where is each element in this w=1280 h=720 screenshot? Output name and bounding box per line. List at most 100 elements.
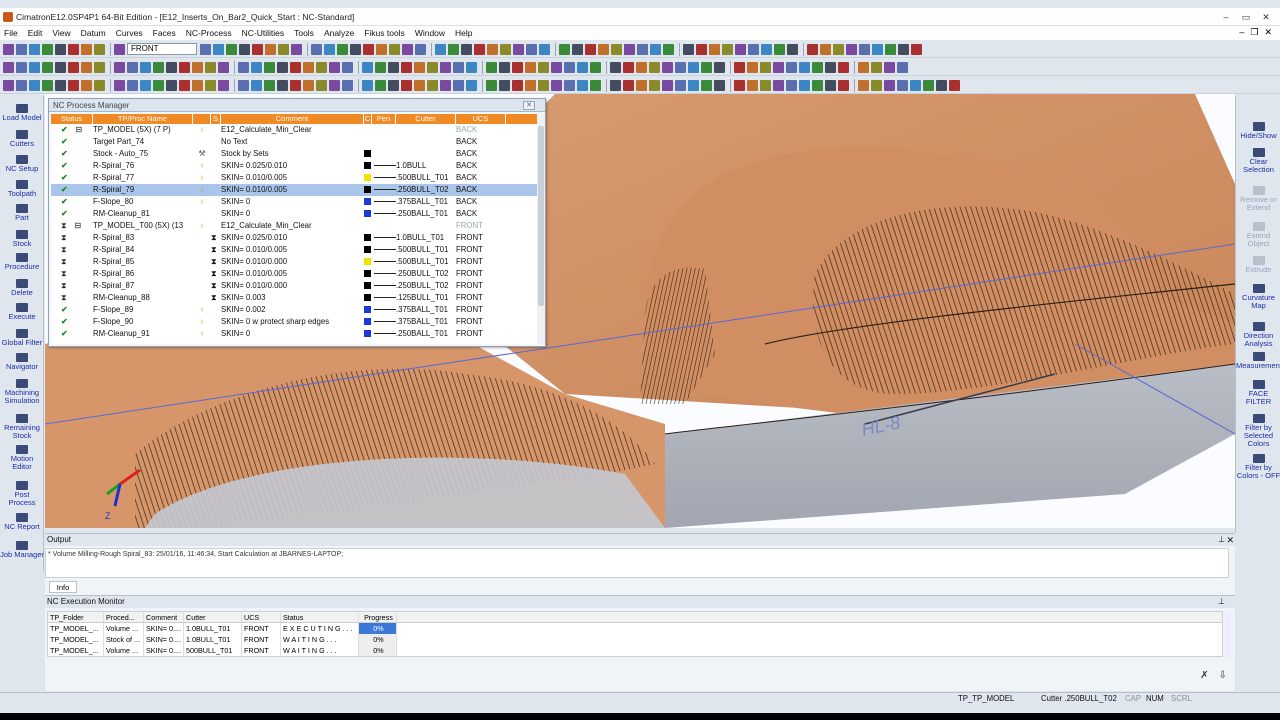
toolbar-tool-icon[interactable]	[773, 79, 784, 91]
toolbar-tool-icon[interactable]	[923, 79, 934, 91]
color-swatch[interactable]	[364, 234, 371, 242]
col-procedure[interactable]: Proced...	[104, 612, 144, 622]
toolbar-tool-icon[interactable]	[114, 79, 125, 91]
menu-window[interactable]: Window	[415, 28, 445, 38]
col-ucs[interactable]: UCS	[242, 612, 281, 622]
toolbar-tool-icon[interactable]	[884, 61, 895, 73]
toolbar-tool-icon[interactable]	[166, 61, 177, 73]
color-swatch[interactable]	[364, 294, 371, 302]
toolbar-tool-icon[interactable]	[337, 43, 348, 55]
nc-guide-job-manager[interactable]: Job Manager	[0, 541, 44, 559]
toolbar-tool-icon[interactable]	[525, 79, 536, 91]
menu-view[interactable]: View	[52, 28, 70, 38]
toolbar-tool-icon[interactable]	[303, 79, 314, 91]
toolbar-tool-icon[interactable]	[238, 61, 249, 73]
toolbar-tool-icon[interactable]	[858, 79, 869, 91]
col-comment[interactable]: Comment	[221, 114, 364, 124]
tool-face-filter[interactable]: FACE FILTER	[1236, 380, 1280, 406]
toolbar-tool-icon[interactable]	[773, 61, 784, 73]
nc-guide-machining-simulation[interactable]: Machining Simulation	[0, 379, 44, 405]
toolbar-tool-icon[interactable]	[303, 61, 314, 73]
tool-filter-by-colors-off[interactable]: Filter by Colors - OFF	[1236, 454, 1280, 480]
doc-minimize-button[interactable]: –	[1239, 27, 1244, 38]
tool-curvature-map[interactable]: Curvature Map	[1236, 284, 1280, 310]
toolbar-tool-icon[interactable]	[94, 79, 105, 91]
process-row[interactable]: ⧗ ⊟ TP_MODEL_T00 (5X) (13 ♀ E12_Calculate_Mi…	[51, 220, 537, 232]
process-row[interactable]: ✔ Stock - Auto_75 ⚒ Stock by Sets BACK	[51, 148, 537, 160]
nc-guide-load-model[interactable]: Load Model	[0, 104, 44, 122]
color-swatch[interactable]	[364, 258, 371, 266]
color-swatch[interactable]	[364, 174, 371, 182]
toolbar-tool-icon[interactable]	[114, 61, 125, 73]
toolbar-tool-icon[interactable]	[42, 43, 53, 55]
toolbar-tool-icon[interactable]	[747, 61, 758, 73]
toolbar-tool-icon[interactable]	[388, 61, 399, 73]
process-row[interactable]: ✔ R-Spiral_76 ♀ SKIN= 0.025/0.010 1.0BULL BAC…	[51, 160, 537, 172]
nc-guide-toolpath[interactable]: Toolpath	[0, 180, 44, 198]
menu-curves[interactable]: Curves	[116, 28, 143, 38]
menu-help[interactable]: Help	[455, 28, 472, 38]
menu-nc-utilities[interactable]: NC-Utilities	[242, 28, 285, 38]
menu-datum[interactable]: Datum	[81, 28, 106, 38]
nc-guide-remaining-stock[interactable]: Remaining Stock	[0, 414, 44, 440]
toolbar-tool-icon[interactable]	[734, 79, 745, 91]
toolbar-tool-icon[interactable]	[401, 61, 412, 73]
toolbar-tool-icon[interactable]	[846, 43, 857, 55]
col-cutter[interactable]: Cutter	[184, 612, 242, 622]
toolbar-tool-icon[interactable]	[153, 79, 164, 91]
execution-row[interactable]: TP_MODEL_... Volume ... SKIN= 0.... 1.0BULL…	[48, 623, 1222, 634]
menu-edit[interactable]: Edit	[28, 28, 43, 38]
toolbar-tool-icon[interactable]	[838, 61, 849, 73]
toolbar-tool-icon[interactable]	[290, 79, 301, 91]
toolbar-tool-icon[interactable]	[799, 79, 810, 91]
menu-file[interactable]: File	[4, 28, 18, 38]
toolbar-tool-icon[interactable]	[362, 61, 373, 73]
toolbar-tool-icon[interactable]	[714, 61, 725, 73]
toolbar-tool-icon[interactable]	[329, 79, 340, 91]
col-ucs[interactable]: UCS	[456, 114, 506, 124]
tree-collapse-icon[interactable]: ⊟	[74, 221, 81, 230]
toolbar-tool-icon[interactable]	[251, 61, 262, 73]
toolbar-tool-icon[interactable]	[611, 43, 622, 55]
toolbar-tool-icon[interactable]	[911, 43, 922, 55]
toolbar-tool-icon[interactable]	[499, 61, 510, 73]
toolbar-tool-icon[interactable]	[376, 43, 387, 55]
toolbar-tool-icon[interactable]	[81, 79, 92, 91]
toolbar-tool-icon[interactable]	[81, 43, 92, 55]
toolbar-tool-icon[interactable]	[833, 43, 844, 55]
menu-fikus-tools[interactable]: Fikus tools	[364, 28, 405, 38]
toolbar-tool-icon[interactable]	[610, 61, 621, 73]
toolbar-tool-icon[interactable]	[526, 43, 537, 55]
toolbar-tool-icon[interactable]	[16, 43, 27, 55]
col-s[interactable]: S	[211, 114, 221, 124]
toolbar-tool-icon[interactable]	[871, 79, 882, 91]
toolbar-tool-icon[interactable]	[949, 79, 960, 91]
process-row[interactable]: ✔ F-Slope_89 ♀ SKIN= 0.002 .375BALL_T01 FRONT	[51, 304, 537, 316]
toolbar-tool-icon[interactable]	[585, 43, 596, 55]
toolbar-tool-icon[interactable]	[825, 61, 836, 73]
process-row[interactable]: ⧗ R-Spiral_84 ⧗ SKIN= 0.010/0.005 .500BULL_T…	[51, 244, 537, 256]
toolbar-tool-icon[interactable]	[81, 61, 92, 73]
toolbar-tool-icon[interactable]	[55, 43, 66, 55]
toolbar-tool-icon[interactable]	[414, 79, 425, 91]
toolbar-tool-icon[interactable]	[218, 61, 229, 73]
process-row[interactable]: ✔ R-Spiral_79 ♀ SKIN= 0.010/0.005 .250BULL_T…	[51, 184, 537, 196]
tool-direction-analysis[interactable]: Direction Analysis	[1236, 322, 1280, 348]
toolbar-tool-icon[interactable]	[649, 61, 660, 73]
toolbar-tool-icon[interactable]	[623, 61, 634, 73]
toolbar-tool-icon[interactable]	[94, 61, 105, 73]
nc-guide-execute[interactable]: Execute	[0, 303, 44, 321]
toolbar-tool-icon[interactable]	[663, 43, 674, 55]
toolbar-tool-icon[interactable]	[192, 79, 203, 91]
toolbar-tool-icon[interactable]	[448, 43, 459, 55]
color-swatch[interactable]	[364, 210, 371, 218]
toolbar-tool-icon[interactable]	[820, 43, 831, 55]
execution-row[interactable]: TP_MODEL_...Stock ...SKIN= 0...500BULL_T…	[48, 656, 1222, 657]
view-select-dropdown[interactable]: FRONT	[127, 43, 197, 55]
menu-analyze[interactable]: Analyze	[324, 28, 354, 38]
nc-guide-cutters[interactable]: Cutters	[0, 130, 44, 148]
toolbar-tool-icon[interactable]	[623, 79, 634, 91]
monitor-pin-icon[interactable]: ⊥	[1218, 596, 1225, 608]
toolbar-tool-icon[interactable]	[722, 43, 733, 55]
toolbar-tool-icon[interactable]	[264, 61, 275, 73]
